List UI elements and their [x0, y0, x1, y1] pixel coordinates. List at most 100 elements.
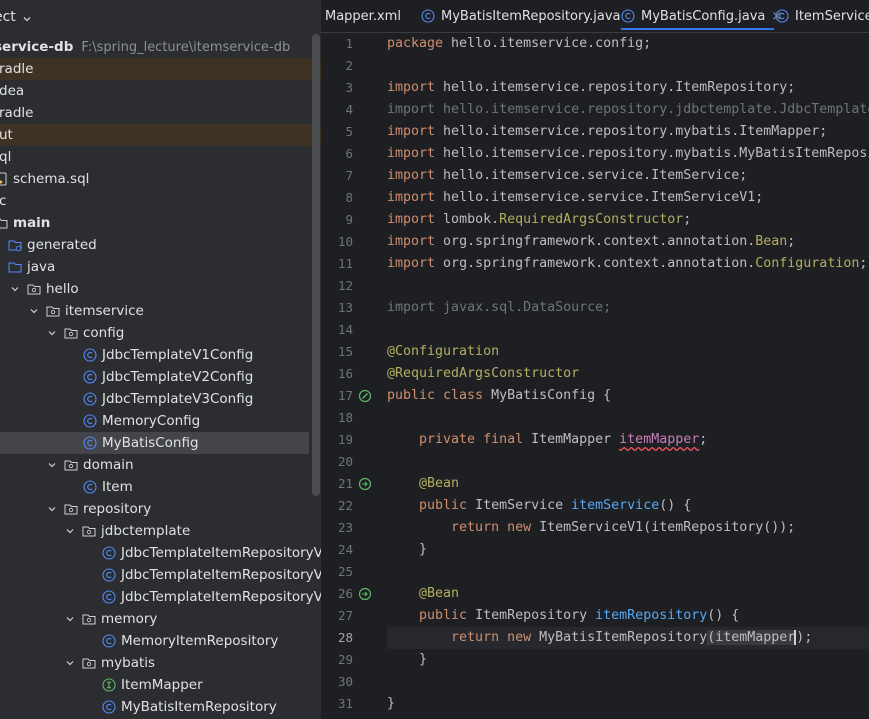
class-icon	[102, 700, 116, 714]
tree-item-schema-sql[interactable]: schema.sql	[0, 168, 312, 190]
code-token: import	[387, 212, 436, 227]
code-token: ;	[699, 432, 708, 447]
tab-mybatis-config[interactable]: MyBatisConfig.java ×	[621, 0, 782, 32]
tree-item-jdbctemplateitemrepositoryv3[interactable]: JdbcTemplateItemRepositoryV3	[0, 586, 321, 608]
line-number: 24	[337, 542, 353, 557]
bean-icon[interactable]	[358, 586, 372, 601]
tree-item-label: main	[13, 215, 51, 231]
tree-item-java[interactable]: java	[0, 256, 312, 278]
code-line-15: @Configuration	[387, 341, 869, 363]
line-number: 20	[337, 454, 353, 469]
tree-item-label: JdbcTemplateItemRepositoryV3	[121, 589, 321, 605]
tree-item-gradle-2[interactable]: radle	[0, 102, 312, 124]
code-line-11: import org.springframework.context.annot…	[387, 253, 869, 275]
tree-item-project-root[interactable]: service-db F:\spring_lecture\itemservice…	[0, 36, 312, 58]
tree-item-label: dea	[0, 83, 25, 99]
tree-item-src[interactable]: c	[0, 190, 312, 212]
line-number: 14	[337, 322, 353, 337]
code-token: ;	[787, 234, 796, 249]
code-line-27: public ItemRepository itemRepository() {	[387, 605, 869, 627]
chevron-down-icon[interactable]	[46, 503, 58, 515]
tree-item-jdbctemplatev2config[interactable]: JdbcTemplateV2Config	[0, 366, 312, 388]
chevron-down-icon[interactable]	[64, 613, 76, 625]
tree-item-generated[interactable]: generated	[0, 234, 312, 256]
package-icon	[82, 612, 96, 626]
tree-item-out[interactable]: ut	[0, 124, 321, 146]
tree-item-label: MemoryItemRepository	[121, 633, 279, 649]
tab-label: ItemServiceA	[795, 8, 869, 24]
bean-icon[interactable]	[358, 388, 372, 403]
chevron-down-icon[interactable]	[9, 283, 21, 295]
tree-item-label: domain	[83, 457, 134, 473]
folder-icon	[0, 216, 8, 230]
tree-item-label: service-db	[0, 39, 74, 55]
chevron-down-icon[interactable]	[64, 525, 76, 537]
tree-item-label: repository	[83, 501, 152, 517]
tab-mybatis-item-repository[interactable]: MyBatisItemRepository.java	[421, 0, 621, 32]
tree-item-mybatis[interactable]: mybatis	[0, 652, 312, 674]
editor-gutter[interactable]: 1 2 3 4 5 6 7 8 9 10 11 12 13 14 15 16 1…	[321, 33, 404, 719]
tree-item-jdbctemplatev3config[interactable]: JdbcTemplateV3Config	[0, 388, 312, 410]
class-icon	[102, 590, 116, 604]
chevron-down-icon[interactable]	[64, 657, 76, 669]
code-token: ItemMapper	[523, 432, 620, 447]
class-icon	[102, 568, 116, 582]
tree-item-jdbctemplateitemrepositoryv2[interactable]: JdbcTemplateItemRepositoryV2	[0, 564, 321, 586]
code-area[interactable]: package hello.itemservice.config; import…	[387, 33, 869, 719]
code-token: Configuration	[755, 256, 860, 271]
tree-item-item[interactable]: Item	[0, 476, 312, 498]
class-icon	[621, 9, 635, 23]
code-token: import	[387, 168, 436, 183]
tree-item-label: c	[0, 193, 7, 209]
tree-item-domain[interactable]: domain	[0, 454, 312, 476]
code-line-24: }	[387, 539, 869, 561]
line-number: 15	[337, 344, 353, 359]
class-icon	[102, 546, 116, 560]
code-token: ;	[804, 630, 813, 645]
code-token: () {	[659, 498, 692, 513]
tree-item-mybatisconfig[interactable]: MyBatisConfig	[0, 432, 309, 454]
tree-item-label: schema.sql	[13, 171, 90, 187]
code-token: public	[387, 498, 468, 513]
tree-item-jdbctemplateitemrepositoryv1[interactable]: JdbcTemplateItemRepositoryV1	[0, 542, 321, 564]
tree-item-gradle[interactable]: radle	[0, 58, 321, 80]
line-number: 29	[337, 652, 353, 667]
tree-item-config[interactable]: config	[0, 322, 312, 344]
project-panel-header[interactable]: ect	[0, 6, 32, 28]
bean-icon[interactable]	[358, 476, 372, 491]
code-token: MyBatisItemRepository	[531, 630, 708, 645]
code-token: ItemRepository	[467, 608, 596, 623]
tab-item-mapper-xml[interactable]: Mapper.xml	[325, 0, 401, 32]
chevron-down-icon[interactable]	[46, 459, 58, 471]
tree-item-idea[interactable]: dea	[0, 80, 312, 102]
tree-item-label: JdbcTemplateV3Config	[102, 391, 254, 407]
line-number: 16	[337, 366, 353, 381]
code-token: return new	[387, 630, 532, 645]
line-number: 17	[337, 388, 353, 403]
tree-item-label: hello	[46, 281, 79, 297]
tree-item-sql[interactable]: ql	[0, 146, 312, 168]
code-token: hello.itemservice.repository.ItemReposit…	[435, 80, 796, 95]
line-number: 8	[345, 190, 353, 205]
code-line-1: package hello.itemservice.config;	[387, 33, 869, 55]
tree-item-memory[interactable]: memory	[0, 608, 312, 630]
tree-item-hello[interactable]: hello	[0, 278, 312, 300]
code-token: itemRepository	[595, 608, 708, 623]
project-scrollbar[interactable]	[312, 34, 320, 496]
tree-item-main[interactable]: main	[0, 212, 312, 234]
tab-item-service-a[interactable]: ItemServiceA	[775, 0, 869, 32]
tree-item-memoryitemrepository[interactable]: MemoryItemRepository	[0, 630, 312, 652]
line-number: 26	[337, 586, 353, 601]
tree-item-itemservice[interactable]: itemservice	[0, 300, 312, 322]
tree-item-itemmapper[interactable]: ItemMapper	[0, 674, 312, 696]
tree-item-memoryconfig[interactable]: MemoryConfig	[0, 410, 312, 432]
tree-item-jdbctemplatev1config[interactable]: JdbcTemplateV1Config	[0, 344, 312, 366]
code-line-3: import hello.itemservice.repository.Item…	[387, 77, 869, 99]
code-token: import	[387, 146, 436, 161]
chevron-down-icon[interactable]	[46, 327, 58, 339]
chevron-down-icon[interactable]	[22, 12, 32, 22]
tree-item-jdbctemplate[interactable]: jdbctemplate	[0, 520, 312, 542]
tree-item-mybatisitemrepository[interactable]: MyBatisItemRepository	[0, 696, 312, 718]
chevron-down-icon[interactable]	[28, 305, 40, 317]
tree-item-repository[interactable]: repository	[0, 498, 312, 520]
